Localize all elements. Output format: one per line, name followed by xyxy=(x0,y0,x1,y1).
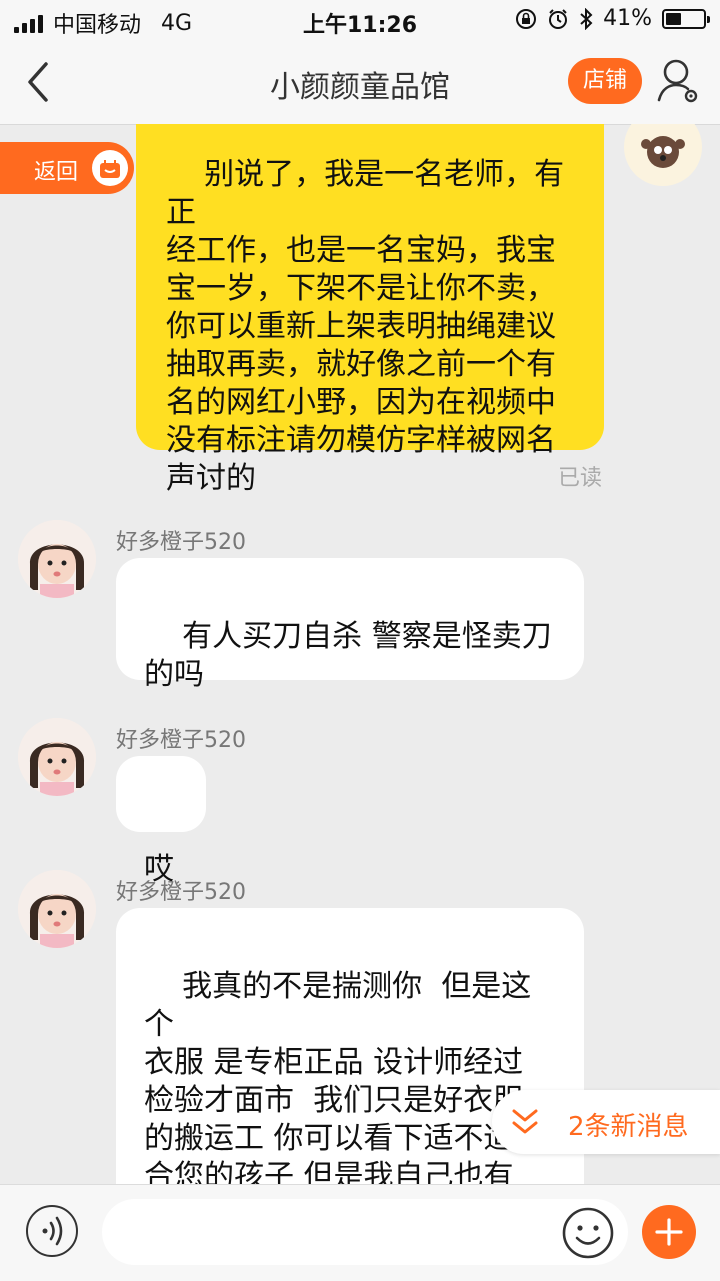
read-status: 已读 xyxy=(558,466,603,491)
child-avatar-icon xyxy=(18,520,96,598)
return-button[interactable]: 返回 xyxy=(0,142,134,194)
plus-icon xyxy=(655,1218,683,1246)
message-text: 我真的不是揣测你 但是这个 衣服 是专柜正品 设计师经过 检验才面市 我们只是好… xyxy=(144,969,532,1184)
message-text: 有人买刀自杀 警察是怪卖刀 的吗 xyxy=(144,619,552,692)
avatar-contact[interactable] xyxy=(18,718,96,796)
message-bubble-incoming[interactable]: 哎 xyxy=(116,756,206,887)
battery-percent: 41% xyxy=(603,6,652,31)
input-bar xyxy=(0,1184,720,1281)
message-bubble-outgoing[interactable]: 别说了，我是一名老师，有正 经工作，也是一名宝妈，我宝 宝一岁，下架不是让你不卖… xyxy=(136,124,604,496)
new-messages-label: 2条新消息 xyxy=(568,1112,689,1142)
shop-button[interactable]: 店铺 xyxy=(568,58,642,104)
shopping-bag-icon xyxy=(92,150,128,186)
child-avatar-icon xyxy=(18,870,96,948)
chat-area[interactable]: 别说了，我是一名老师，有正 经工作，也是一名宝妈，我宝 宝一岁，下架不是让你不卖… xyxy=(0,124,720,1184)
alarm-icon xyxy=(549,8,568,29)
sender-name: 好多橙子520 xyxy=(116,530,246,555)
return-label: 返回 xyxy=(34,160,79,185)
emoji-icon[interactable] xyxy=(560,1205,616,1261)
avatar-contact[interactable] xyxy=(18,520,96,598)
user-settings-icon[interactable] xyxy=(656,56,700,106)
message-bubble-incoming[interactable]: 有人买刀自杀 警察是怪卖刀 的吗 xyxy=(116,558,584,692)
avatar-self[interactable] xyxy=(624,124,702,186)
nav-bar: 小颜颜童品馆 店铺 xyxy=(0,40,720,125)
add-button[interactable] xyxy=(642,1205,696,1259)
new-messages-button[interactable]: 2条新消息 xyxy=(492,1090,720,1154)
sender-name: 好多橙子520 xyxy=(116,880,246,905)
message-text: 别说了，我是一名老师，有正 经工作，也是一名宝妈，我宝 宝一岁，下架不是让你不卖… xyxy=(166,157,565,496)
bluetooth-icon xyxy=(580,7,593,30)
battery-icon xyxy=(662,8,710,29)
dog-avatar-icon xyxy=(641,136,685,168)
avatar-contact[interactable] xyxy=(18,870,96,948)
rotation-lock-icon xyxy=(516,8,537,29)
message-input[interactable] xyxy=(102,1199,628,1265)
double-chevron-down-icon xyxy=(512,1109,538,1134)
voice-icon xyxy=(42,1216,63,1246)
sender-name: 好多橙子520 xyxy=(116,728,246,753)
voice-button[interactable] xyxy=(26,1205,78,1257)
status-bar: 中国移动 4G 上午11:26 41% xyxy=(0,0,720,40)
child-avatar-icon xyxy=(18,718,96,796)
